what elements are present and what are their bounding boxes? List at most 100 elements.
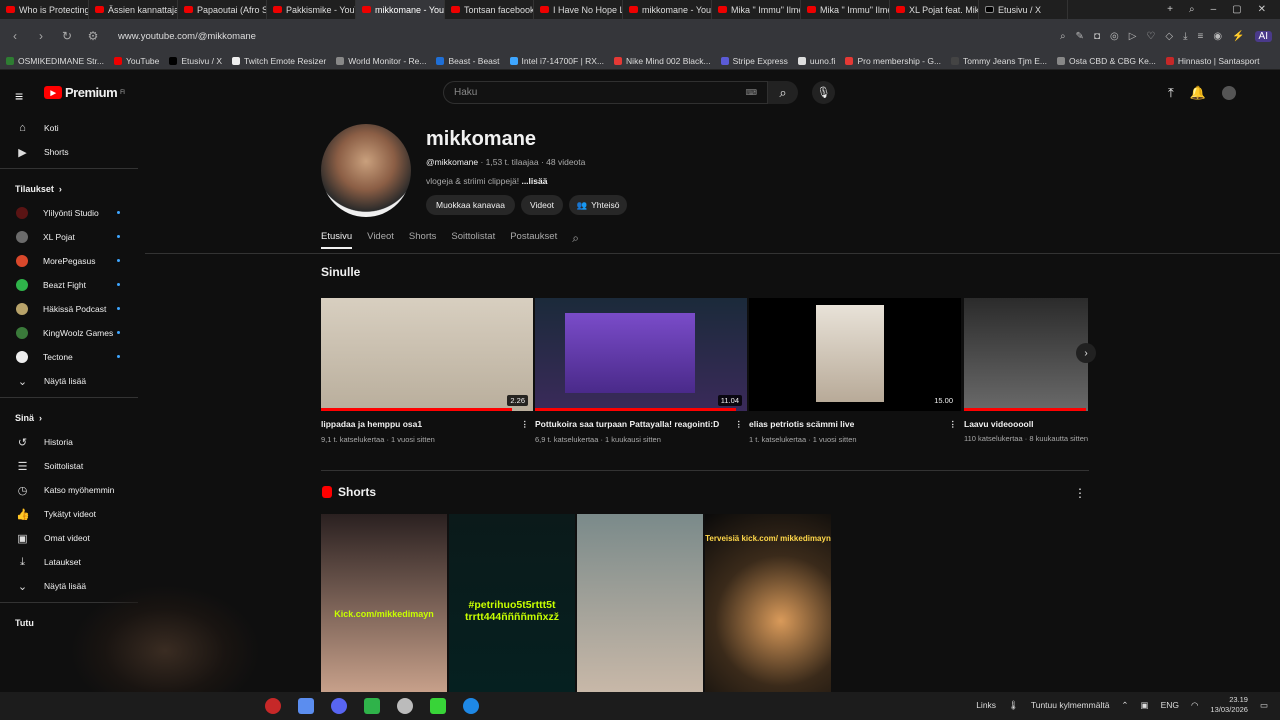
bookmark-item[interactable]: OSMIKEDIMANE Str... xyxy=(6,56,104,66)
microphone-icon[interactable]: 🎙 xyxy=(812,81,835,104)
game-icon[interactable] xyxy=(364,698,380,714)
bookmark-item[interactable]: Pro membership - G... xyxy=(845,56,941,66)
browser-tab[interactable]: Who is Protecting th xyxy=(0,0,89,19)
next-arrow-icon[interactable]: › xyxy=(1076,343,1096,363)
more-options-icon[interactable]: ⋮ xyxy=(521,419,530,430)
bookmark-item[interactable]: Nike Mind 002 Black... xyxy=(614,56,711,66)
bookmark-item[interactable]: Hinnasto | Santasport xyxy=(1165,56,1259,66)
video-title[interactable]: Laavu videooooll xyxy=(964,419,1033,429)
bookmark-item[interactable]: Stripe Express xyxy=(720,56,788,66)
tab-soittolistat[interactable]: Soittolistat xyxy=(451,231,495,249)
edge-icon[interactable] xyxy=(463,698,479,714)
reload-icon[interactable]: ↻ xyxy=(60,29,74,43)
notification-center-icon[interactable]: ▭ xyxy=(1260,700,1268,711)
steam-icon[interactable] xyxy=(397,698,413,714)
sidebar-item-playlist[interactable]: ☰ Soittolistat xyxy=(0,454,140,478)
video-card[interactable]: Laavu videooooll 110 katselukertaa · 8 ku… xyxy=(964,298,1088,443)
sidebar-item-koti[interactable]: ⌂ Koti xyxy=(0,116,140,140)
browser-tab[interactable]: Etusivu / X xyxy=(979,0,1068,19)
short-card[interactable]: #petrihuo5t5rttt5t trrtt444ññññmñxzž xyxy=(449,514,575,692)
extension-icon[interactable]: ⚡ xyxy=(1232,31,1244,42)
browser-tab[interactable]: I Have No Hope Lef xyxy=(534,0,623,19)
menu-icon[interactable]: ≡ xyxy=(1198,31,1204,42)
cube-icon[interactable]: ◇ xyxy=(1165,31,1173,42)
videos-button[interactable]: Videot xyxy=(521,195,563,215)
bookmark-item[interactable]: YouTube xyxy=(113,56,159,66)
video-card[interactable]: 11.04 Pottukoira saa turpaan Pattayalla! … xyxy=(535,298,747,444)
new-tab-icon[interactable]: + xyxy=(1167,4,1173,15)
video-thumbnail[interactable] xyxy=(964,298,1088,411)
bookmark-item[interactable]: Osta CBD & CBG Ke... xyxy=(1056,56,1156,66)
language-indicator[interactable]: ENG xyxy=(1161,700,1179,710)
you-heading[interactable]: Sinä › xyxy=(0,406,140,430)
clock[interactable]: 23.19 13/03/2026 xyxy=(1210,695,1248,715)
minimize-icon[interactable]: – xyxy=(1211,4,1217,15)
channel-avatar[interactable] xyxy=(321,124,411,217)
tab-postaukset[interactable]: Postaukset xyxy=(510,231,557,249)
bookmark-item[interactable]: uuno.fi xyxy=(797,56,835,66)
tab-shorts[interactable]: Shorts xyxy=(409,231,436,249)
edit-channel-button[interactable]: Muokkaa kanavaa xyxy=(426,195,515,215)
kick-icon[interactable] xyxy=(430,698,446,714)
bookmark-item[interactable]: Tommy Jeans Tjm E... xyxy=(951,56,1047,66)
browser-tab[interactable]: Tontsan facebookki xyxy=(445,0,534,19)
browser-tab[interactable]: Mika " Immu" Ilmé xyxy=(801,0,890,19)
video-title[interactable]: Pottukoira saa turpaan Pattayalla! reago… xyxy=(535,419,719,430)
hamburger-menu-icon[interactable]: ≡ xyxy=(15,88,23,104)
download-icon[interactable]: ⤓ xyxy=(1183,31,1187,42)
shield-icon[interactable]: ◎ xyxy=(1110,31,1119,42)
short-card[interactable] xyxy=(577,514,703,692)
video-card[interactable]: 15.00 elias petriotis scämmi live ⋮ 1 t. ka… xyxy=(749,298,961,444)
sidebar-subscription[interactable]: Tectone xyxy=(0,345,140,369)
app-icon[interactable] xyxy=(298,698,314,714)
more-options-icon[interactable]: ⋮ xyxy=(949,419,958,430)
browser-tab[interactable]: XL Pojat feat. Mikk xyxy=(890,0,979,19)
sidebar-item-thumbs-up[interactable]: 👍 Tykätyt videot xyxy=(0,502,140,526)
close-icon[interactable]: ✕ xyxy=(1258,4,1266,15)
sidebar-item-clock[interactable]: ◷ Katso myöhemmin xyxy=(0,478,140,502)
upload-icon[interactable]: ⤒ xyxy=(1168,85,1174,101)
keyboard-icon[interactable]: ⌨ xyxy=(745,88,757,97)
url-field[interactable]: www.youtube.com/@mikkomane xyxy=(112,25,1048,47)
sidebar-subscription[interactable]: Beazt Fight xyxy=(0,273,140,297)
back-icon[interactable]: ‹ xyxy=(8,29,22,43)
sidebar-item-my-videos[interactable]: ▣ Omat videot xyxy=(0,526,140,550)
channel-description[interactable]: vlogeja & striimi clippejä! ...lisää xyxy=(426,176,547,186)
tab-videot[interactable]: Videot xyxy=(367,231,394,249)
avatar[interactable] xyxy=(1221,86,1236,100)
more-options-icon[interactable]: ⋮ xyxy=(735,419,744,430)
browser-tab[interactable]: Pakkismike - YouTu xyxy=(267,0,356,19)
site-info-icon[interactable]: ⚙ xyxy=(86,29,100,43)
short-card[interactable]: Terveisiä kick.com/ mikkedimayn xyxy=(705,514,831,692)
sidebar-item-shorts[interactable]: ▶ Shorts xyxy=(0,140,140,164)
heart-icon[interactable]: ♡ xyxy=(1146,31,1155,42)
maximize-icon[interactable]: ▢ xyxy=(1232,4,1241,15)
browser-tab[interactable]: mikkomane - YouTube xyxy=(356,0,445,19)
youtube-premium-logo[interactable]: ▶ Premium FI xyxy=(44,85,125,100)
search-input[interactable]: Haku ⌨ xyxy=(443,81,768,104)
tray-chevron-icon[interactable]: ⌃ xyxy=(1121,700,1128,711)
ai-button[interactable]: AI xyxy=(1254,30,1272,42)
video-title[interactable]: elias petriotis scämmi live xyxy=(749,419,854,430)
notifications-icon[interactable]: 🔔 xyxy=(1190,85,1206,101)
browser-tab[interactable]: mikkomane - YouTu xyxy=(623,0,712,19)
bookmark-item[interactable]: Etusivu / X xyxy=(169,56,222,66)
play-icon[interactable]: ▷ xyxy=(1129,31,1137,42)
forward-icon[interactable]: › xyxy=(34,29,48,43)
community-button[interactable]: 👥 Yhteisö xyxy=(569,195,627,215)
video-thumbnail[interactable]: 15.00 xyxy=(749,298,961,411)
sidebar-subscription[interactable]: MorePegasus xyxy=(0,249,140,273)
short-card[interactable]: Kick.com/mikkedimayn xyxy=(321,514,447,692)
tab-etusivu[interactable]: Etusivu xyxy=(321,231,353,249)
video-card[interactable]: 2.26 lippadaa ja hemppu osa1 ⋮ 9,1 t. katse… xyxy=(321,298,533,444)
video-thumbnail[interactable]: 2.26 xyxy=(321,298,533,411)
bookmark-item[interactable]: Intel i7-14700F | RX... xyxy=(509,56,604,66)
search-button[interactable]: ⌕ xyxy=(768,81,798,104)
bookmark-item[interactable]: Beast - Beast xyxy=(436,56,500,66)
more-options-icon[interactable]: ⋮ xyxy=(1074,486,1086,500)
camera-icon[interactable]: ◘ xyxy=(1094,31,1100,42)
sidebar-subscription[interactable]: KingWoolz Games xyxy=(0,321,140,345)
wifi-icon[interactable]: ◠ xyxy=(1191,700,1198,711)
sidebar-subscription[interactable]: Ylilyönti Studio xyxy=(0,201,140,225)
profile-icon[interactable]: ◉ xyxy=(1213,31,1222,42)
